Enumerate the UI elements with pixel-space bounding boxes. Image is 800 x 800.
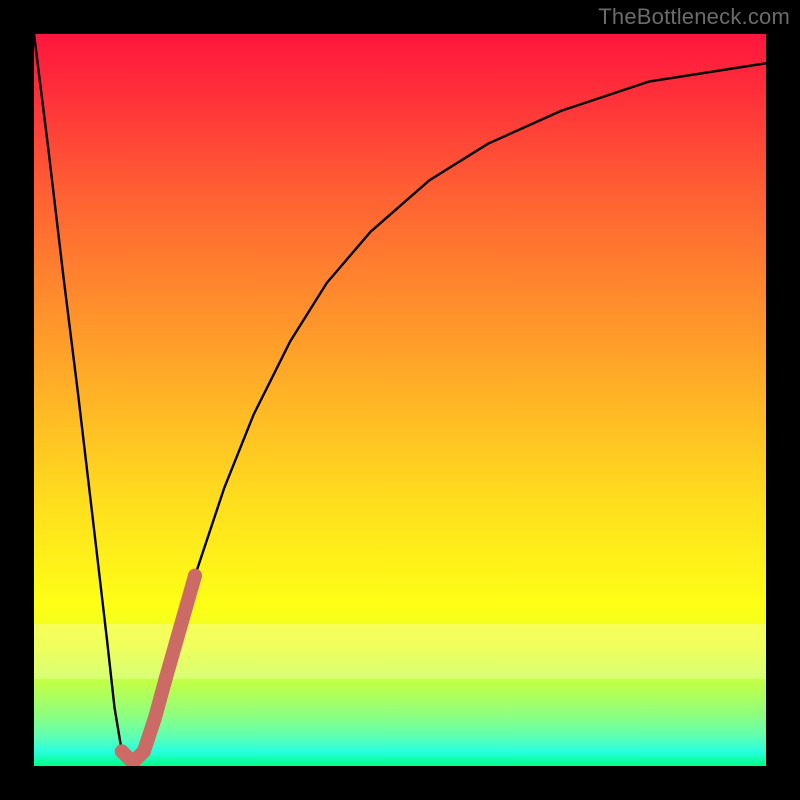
chart-frame: TheBottleneck.com (0, 0, 800, 800)
chart-svg (34, 34, 766, 766)
plot-area (34, 34, 766, 766)
highlight-segment (115, 569, 202, 766)
marker-dot (148, 711, 162, 725)
watermark-text: TheBottleneck.com (598, 4, 790, 30)
marker-stroke (122, 576, 195, 763)
marker-dot (188, 569, 202, 583)
marker-dot (115, 744, 129, 758)
marker-dot (173, 620, 187, 634)
bottleneck-curve (34, 34, 766, 766)
marker-dot (159, 671, 173, 685)
marker-dot (137, 744, 151, 758)
